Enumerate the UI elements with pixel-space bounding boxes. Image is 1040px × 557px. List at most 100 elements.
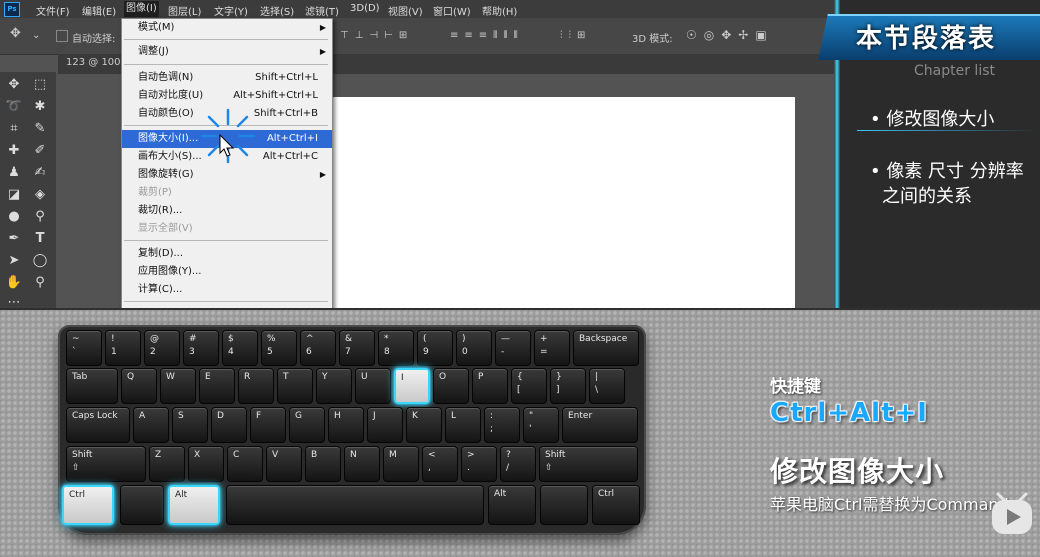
- zoom-icon[interactable]: ⚲: [30, 274, 50, 292]
- brush-icon[interactable]: ✐: [30, 142, 50, 160]
- menu-item-adjustments[interactable]: 调整(J) ▶: [122, 43, 332, 61]
- crop-icon[interactable]: ⌗: [4, 120, 24, 138]
- key-shift-right: Shift ⇧: [539, 446, 638, 482]
- shortcut-title: 修改图像大小: [770, 455, 945, 488]
- key-bracket-1: }]: [550, 368, 586, 404]
- menu-item-crop: 裁剪(P): [138, 187, 172, 198]
- eyedropper-icon[interactable]: ✎: [30, 120, 50, 138]
- stamp-icon[interactable]: ♟: [4, 164, 24, 182]
- key-fn: [120, 485, 164, 525]
- key-r: R: [238, 368, 274, 404]
- menu-help[interactable]: 帮助(H): [482, 3, 517, 18]
- key-12: + =: [534, 330, 570, 366]
- path-select-icon[interactable]: ➤: [4, 252, 24, 270]
- key-1: ! 1: [105, 330, 141, 366]
- chapter-item-resize[interactable]: • 修改图像大小: [870, 105, 994, 131]
- menu-item-auto-contrast[interactable]: 自动对比度(U) Alt+Shift+Ctrl+L: [122, 87, 332, 105]
- menu-item-reveal-all: 显示全部(V): [138, 223, 193, 234]
- distribute-icons[interactable]: ≡≡≡⫴⫴⫴: [450, 30, 524, 41]
- auto-select-checkbox[interactable]: [56, 30, 68, 42]
- menu-item-duplicate[interactable]: 复制(D)...: [122, 245, 332, 263]
- 3d-mode-icons[interactable]: ☉◎✥✢▣: [686, 28, 774, 42]
- bucket-icon[interactable]: ◈: [30, 186, 50, 204]
- menu-select[interactable]: 选择(S): [260, 3, 294, 18]
- distribute-more-icons[interactable]: ⫶⫶⊞: [560, 30, 591, 41]
- type-icon[interactable]: T: [30, 230, 50, 248]
- menu-3d[interactable]: 3D(D): [350, 3, 380, 14]
- key-t: T: [277, 368, 313, 404]
- key-10: ) 0: [456, 330, 492, 366]
- video-player-logo-icon: [992, 492, 1032, 534]
- key-l: L: [445, 407, 481, 443]
- menu-type[interactable]: 文字(Y): [214, 3, 248, 18]
- key-g: G: [289, 407, 325, 443]
- key-punct2-1: >.: [461, 446, 497, 482]
- menu-item-apply-image[interactable]: 应用图像(Y)...: [122, 263, 332, 281]
- key-4: $4: [222, 330, 258, 366]
- move-tool-icon[interactable]: ✥: [10, 26, 21, 41]
- healing-icon[interactable]: ✚: [4, 142, 24, 160]
- chevron-down-icon[interactable]: ⌄: [32, 30, 40, 41]
- hand-icon[interactable]: ✋: [4, 274, 24, 292]
- menu-view[interactable]: 视图(V): [388, 3, 423, 18]
- key-bracket-0: {[: [511, 368, 547, 404]
- key-space: [226, 485, 484, 525]
- key-punct-0: :;: [484, 407, 520, 443]
- key-alt-left: Alt: [168, 485, 220, 525]
- key-d: D: [211, 407, 247, 443]
- blur-icon[interactable]: ●: [4, 208, 24, 226]
- menu-item-calculations[interactable]: 计算(C)...: [122, 281, 332, 299]
- menu-item-image-rotation[interactable]: 图像旋转(G) ▶: [122, 166, 332, 184]
- move-icon[interactable]: ✥: [4, 76, 24, 94]
- chapter-item-pixels[interactable]: • 像素 尺寸 分辨率: [870, 157, 1024, 183]
- menu-file[interactable]: 文件(F): [36, 3, 70, 18]
- key-i: I: [394, 368, 430, 404]
- key-punct2-2: ? /: [500, 446, 536, 482]
- magic-wand-icon[interactable]: ✱: [30, 98, 50, 116]
- align-icons[interactable]: ⊤⊥⊣⊢⊞: [340, 30, 413, 41]
- menu-image[interactable]: 图像(I): [124, 1, 159, 17]
- document-canvas[interactable]: [320, 97, 795, 308]
- history-brush-icon[interactable]: ✍: [30, 164, 50, 182]
- menu-window[interactable]: 窗口(W): [433, 3, 471, 18]
- image-menu-dropdown: 模式(M) ▶ 调整(J) ▶ 自动色调(N) Shift+Ctrl+L 自动对比度(…: [121, 18, 333, 310]
- toolbox: ✥ ⬚ ➰ ✱ ⌗ ✎ ✚ ✐ ♟ ✍ ◪ ◈ ● ⚲ ✒ T ➤ ◯ ✋ ⚲ …: [0, 72, 56, 308]
- key-s: S: [172, 407, 208, 443]
- eraser-icon[interactable]: ◪: [4, 186, 24, 204]
- marquee-icon[interactable]: ⬚: [30, 76, 50, 94]
- menu-separator: [124, 64, 328, 65]
- menu-item-auto-tone[interactable]: 自动色调(N) Shift+Ctrl+L: [122, 69, 332, 87]
- lasso-icon[interactable]: ➰: [4, 98, 24, 116]
- ellipse-icon[interactable]: ◯: [30, 252, 50, 270]
- key-7: & 7: [339, 330, 375, 366]
- key-n: N: [344, 446, 380, 482]
- pen-icon[interactable]: ✒: [4, 230, 24, 248]
- key-9: (9: [417, 330, 453, 366]
- key-shift-left: Shift ⇧: [66, 446, 146, 482]
- chapter-item-pixels-cont[interactable]: 之间的关系: [882, 182, 972, 208]
- panel-title: 本节段落表: [856, 24, 997, 54]
- key-m: M: [383, 446, 419, 482]
- key-w: W: [160, 368, 196, 404]
- menu-item-trim[interactable]: 裁切(R)...: [122, 202, 332, 220]
- document-tab[interactable]: 123 @ 100: [66, 57, 121, 68]
- menu-filter[interactable]: 滤镜(T): [305, 3, 339, 18]
- key-0: ~ `: [66, 330, 102, 366]
- photoshop-logo: Ps: [4, 2, 20, 17]
- key-p: P: [472, 368, 508, 404]
- key-2: @2: [144, 330, 180, 366]
- menu-edit[interactable]: 编辑(E): [82, 3, 116, 18]
- menu-layer[interactable]: 图层(L): [168, 3, 201, 18]
- dodge-icon[interactable]: ⚲: [30, 208, 50, 226]
- menu-item-mode[interactable]: 模式(M) ▶: [122, 19, 332, 37]
- key-alt-right: Alt: [488, 485, 536, 525]
- more-tools-icon[interactable]: ⋯: [4, 294, 24, 308]
- mouse-cursor-icon: [219, 134, 235, 157]
- auto-select-label: 自动选择:: [72, 34, 116, 45]
- menu-separator: [124, 39, 328, 40]
- key-punct-1: " ': [523, 407, 559, 443]
- key-h: H: [328, 407, 364, 443]
- key-11: — -: [495, 330, 531, 366]
- key-k: K: [406, 407, 442, 443]
- chapter-underline: [857, 130, 1037, 131]
